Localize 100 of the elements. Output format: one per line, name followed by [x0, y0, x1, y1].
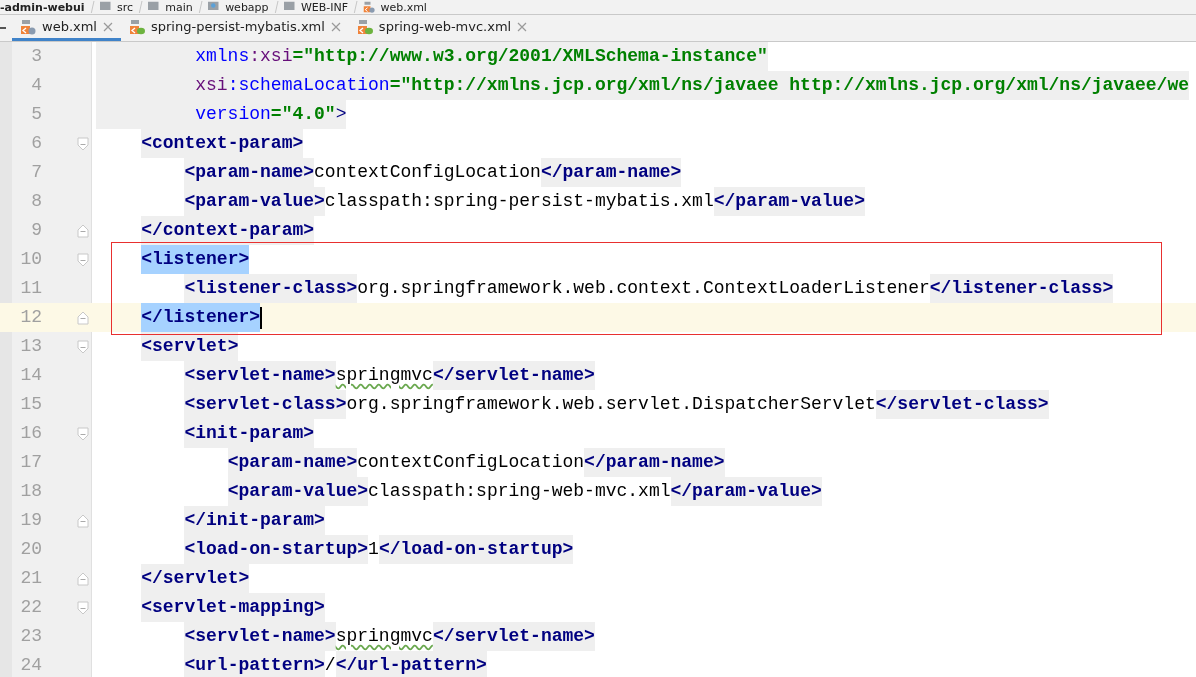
close-icon [330, 21, 341, 32]
element-text: contextConfigLocation [357, 451, 585, 474]
attribute-value: ="http://www.w3.org/2001/XMLSchema-instance" [292, 45, 768, 68]
breadcrumb-item[interactable]: -admin-webui [0, 0, 85, 14]
xml-file-icon [129, 18, 145, 35]
fold-marker-icon[interactable] [77, 252, 89, 267]
line-number: 19 [19, 509, 43, 532]
attribute-name: :schemaLocation [227, 74, 390, 97]
breadcrumb-item[interactable]: web.xml [380, 0, 427, 14]
separator-icon [138, 1, 144, 13]
xml-tag: <listener> [141, 245, 250, 274]
element-text: springmvc [335, 364, 433, 387]
fold-marker-icon[interactable] [77, 339, 89, 354]
attribute-value: ="http://xmlns.jcp.org/xml/ns/javaee http://xmlns.jcp.org/xml/ns/javaee/we [389, 74, 1189, 97]
xml-tag: </param-value> [670, 477, 822, 506]
xml-tag: </servlet> [141, 564, 250, 593]
xml-tag: <load-on-startup> [184, 535, 369, 564]
xml-tag: </listener> [141, 303, 261, 332]
xml-tag: </load-on-startup> [378, 535, 574, 564]
xml-tag: <servlet-class> [184, 390, 347, 419]
line-number: 8 [30, 190, 43, 213]
separator-icon [89, 1, 95, 13]
element-text: 1 [368, 538, 379, 561]
xml-file-icon [356, 18, 373, 35]
fold-marker-icon[interactable] [77, 513, 89, 528]
xml-tag: <context-param> [141, 129, 304, 158]
xml-tag: <servlet-mapping> [141, 593, 325, 622]
xml-tag: <servlet-name> [184, 361, 336, 390]
folder-icon [148, 1, 161, 13]
fold-marker-icon[interactable] [77, 136, 89, 151]
line-number: 16 [19, 422, 43, 445]
namespace-prefix: :xsi [249, 45, 293, 68]
line-number: 12 [19, 306, 43, 329]
line-number: 7 [30, 161, 43, 184]
line-number: 18 [19, 480, 43, 503]
line-number: 21 [19, 567, 43, 590]
close-icon [103, 21, 113, 32]
xml-tag: </servlet-class> [875, 390, 1049, 419]
breadcrumb-item[interactable]: main [165, 0, 193, 14]
editor-tab[interactable]: spring-web-mvc.xml [348, 15, 536, 41]
tag-bracket: > [335, 103, 347, 126]
separator-icon [197, 1, 204, 13]
xml-tag: </param-name> [540, 158, 682, 187]
xml-tag: <param-name> [184, 158, 315, 187]
xml-tag: </init-param> [184, 506, 325, 535]
element-text: / [324, 654, 336, 677]
xml-file-icon [363, 1, 376, 13]
fold-marker-icon[interactable] [77, 223, 89, 238]
element-text: classpath:spring-web-mvc.xml [368, 480, 671, 503]
breadcrumb-item[interactable]: webapp [225, 0, 269, 14]
fold-marker-icon[interactable] [77, 426, 89, 441]
attribute-name: xmlns [195, 45, 250, 68]
xml-file-icon [20, 18, 36, 35]
xml-tag: </param-name> [584, 448, 725, 477]
line-number: 23 [19, 625, 43, 648]
xml-tag: </context-param> [141, 216, 315, 245]
element-text: org.springframework.web.context.ContextLoaderListener [357, 277, 930, 300]
folder-icon [283, 1, 296, 13]
xml-tag: </param-value> [713, 187, 865, 216]
fold-marker-icon[interactable] [77, 600, 89, 615]
fold-marker-icon[interactable] [77, 571, 89, 586]
line-number: 6 [30, 132, 43, 155]
line-number: 24 [19, 654, 43, 677]
close-icon [517, 21, 528, 32]
line-number: 10 [19, 248, 43, 271]
xml-tag: </listener-class> [929, 274, 1114, 303]
element-text: contextConfigLocation [314, 161, 541, 184]
breadcrumb-item[interactable]: src [116, 0, 133, 14]
attribute-name: version [195, 103, 271, 126]
line-number: 11 [19, 277, 43, 300]
xml-tag: <param-value> [227, 477, 369, 506]
line-number: 3 [30, 45, 43, 68]
line-number: 22 [19, 596, 43, 619]
xml-tag: <url-pattern> [184, 651, 325, 677]
line-number: 15 [19, 393, 43, 416]
xml-tag: <init-param> [184, 419, 315, 448]
folder-icon [99, 1, 112, 13]
xml-tag: <param-name> [227, 448, 358, 477]
xml-tag: </url-pattern> [335, 651, 487, 677]
line-number: 13 [19, 335, 43, 358]
xml-tag: <listener-class> [184, 274, 358, 303]
element-text: springmvc [335, 625, 433, 648]
fold-marker-icon[interactable] [77, 310, 89, 325]
element-text: org.springframework.web.servlet.DispatcherServlet [346, 393, 876, 416]
separator-icon [273, 1, 279, 13]
xml-tag: <servlet-name> [184, 622, 336, 651]
line-number: 14 [19, 364, 43, 387]
attribute-value: ="4.0" [270, 103, 336, 126]
xml-tag: <servlet> [141, 332, 239, 361]
xml-tag: <param-value> [184, 187, 325, 216]
editor-tab[interactable]: spring-persist-mybatis.xml [121, 15, 349, 41]
line-number: 17 [19, 451, 43, 474]
xml-tag: </servlet-name> [432, 361, 595, 390]
xml-tag: </servlet-name> [432, 622, 595, 651]
line-number: 5 [30, 103, 43, 126]
folder-icon [208, 1, 221, 13]
separator-icon [353, 1, 359, 13]
line-number: 9 [30, 219, 43, 242]
breadcrumb-item[interactable]: WEB-INF [300, 0, 349, 14]
namespace-prefix: xsi [195, 74, 228, 97]
